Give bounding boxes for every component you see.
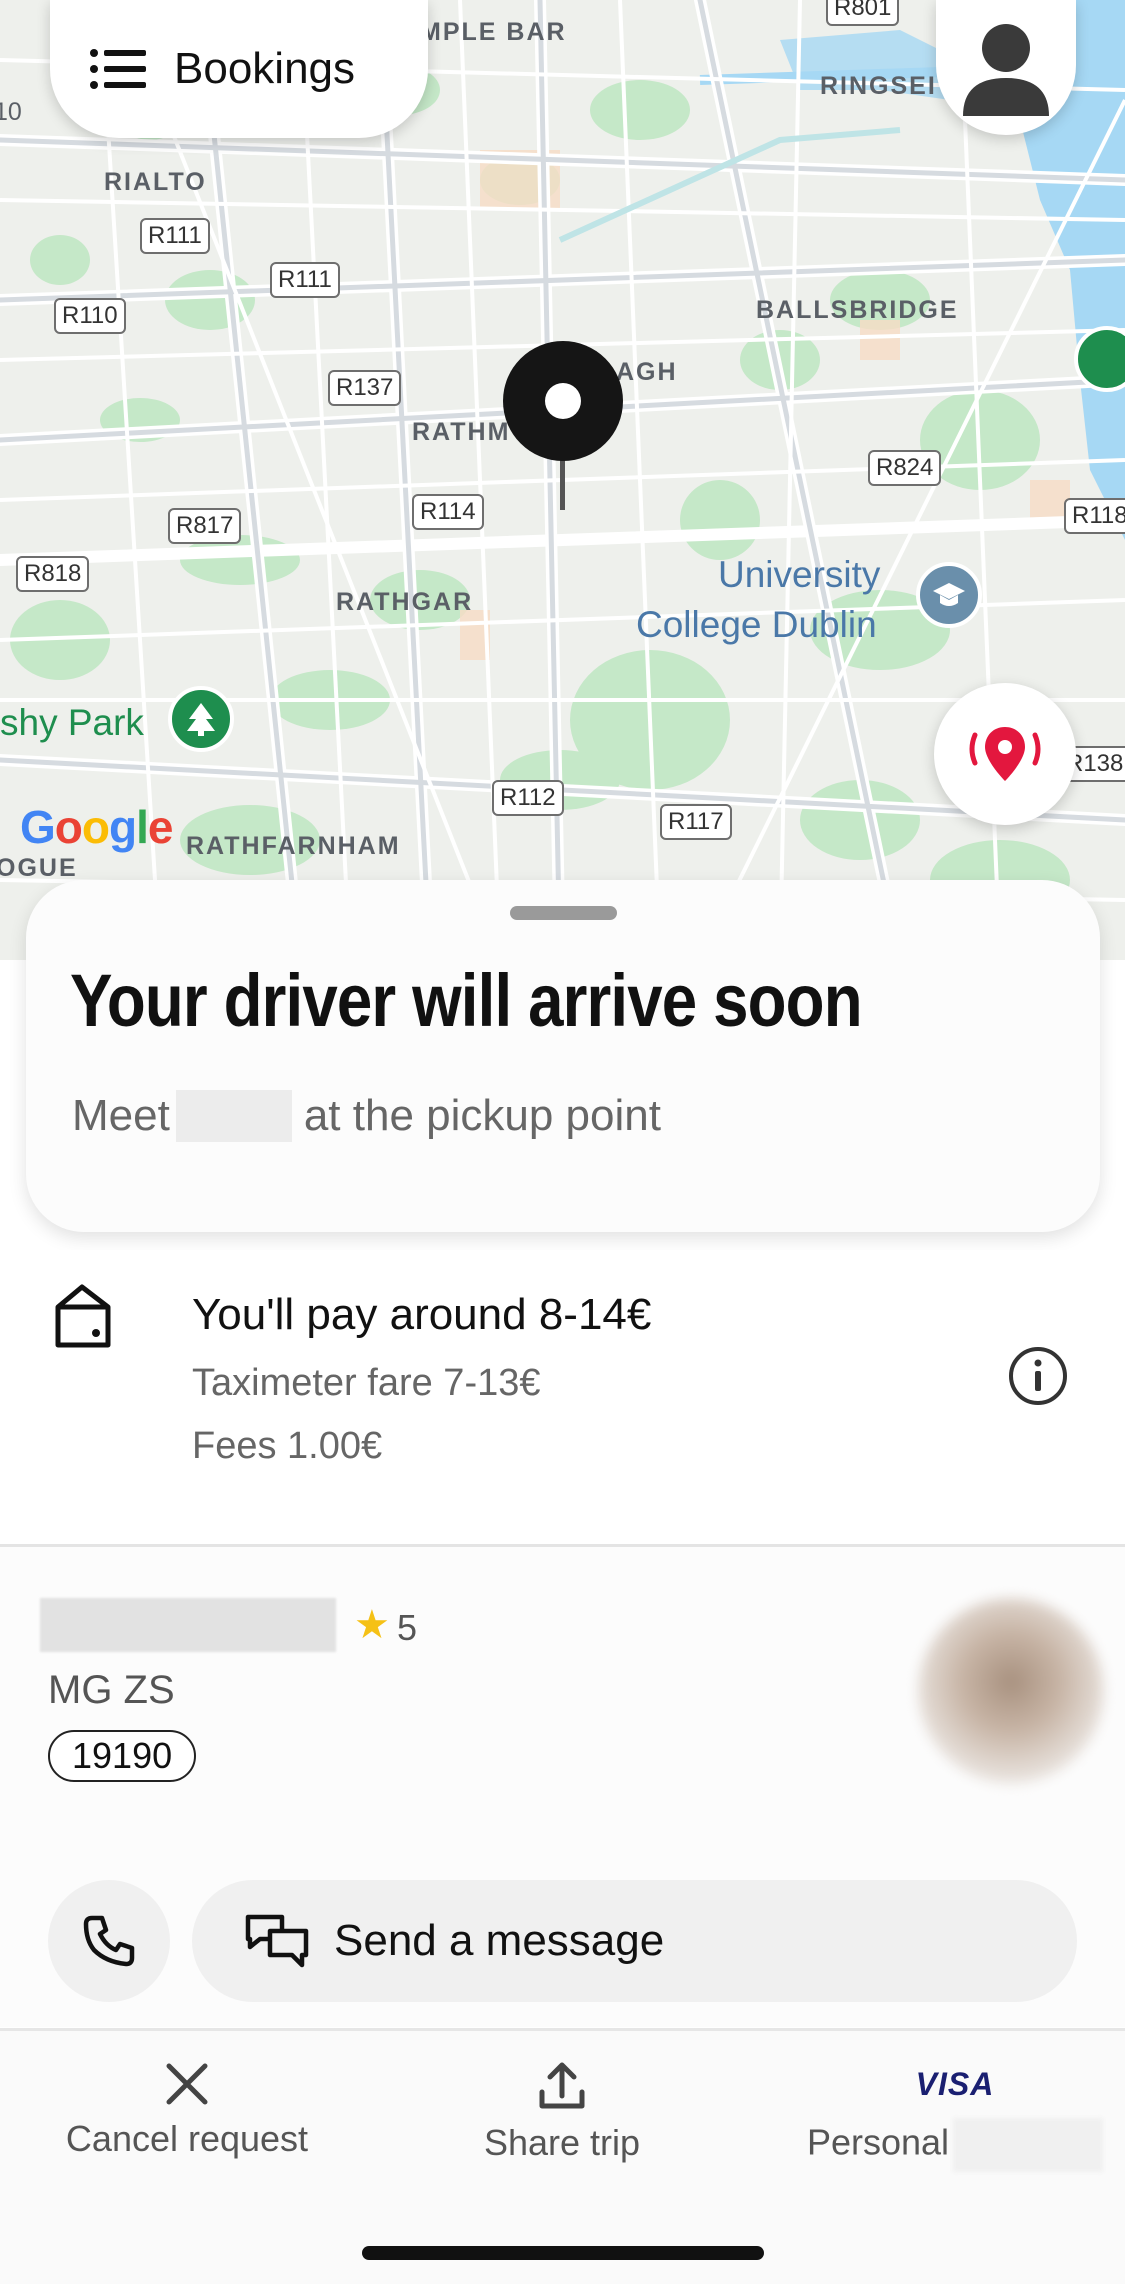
- google-logo-letter: e: [147, 801, 174, 853]
- fees-text: Fees 1.00€: [192, 1425, 383, 1467]
- place-label: 10: [0, 98, 22, 126]
- share-upload-icon: [539, 2062, 585, 2109]
- place-label: MPLE BAR: [420, 18, 567, 46]
- university-label-line: College Dublin: [636, 604, 877, 645]
- price-tag-icon: [55, 1284, 111, 1348]
- place-label: RATHFARNHAM: [186, 832, 401, 860]
- place-label: RATHGAR: [336, 588, 474, 616]
- app-root: MPLE BAR RINGSEI RIALTO BALLSBRIDGE AGH …: [0, 0, 1125, 2284]
- fare-estimate: You'll pay around 8-14€: [192, 1290, 652, 1339]
- meet-prefix: Meet: [72, 1091, 170, 1140]
- road-shield: R137: [328, 370, 402, 406]
- driver-rating: 5: [397, 1607, 418, 1648]
- university-label-line: University: [718, 554, 881, 595]
- redacted-driver-fullname: [40, 1598, 336, 1652]
- road-shield: R817: [168, 508, 242, 544]
- phone-icon: [83, 1915, 135, 1967]
- park-tree-icon[interactable]: [168, 686, 234, 752]
- driver-photo: [918, 1598, 1104, 1784]
- google-logo-letter: o: [54, 801, 83, 853]
- road-shield: R801: [826, 0, 900, 26]
- cancel-request-label: Cancel request: [65, 2118, 309, 2159]
- road-shield: R824: [868, 450, 942, 486]
- university-label: University: [718, 552, 880, 598]
- redacted-card-info: [953, 2118, 1104, 2172]
- park-label: shy Park: [0, 702, 144, 743]
- share-trip-button[interactable]: Share trip: [480, 2060, 644, 2164]
- payment-label: Personal: [806, 2121, 950, 2163]
- google-logo-letter: o: [81, 801, 110, 853]
- road-shield: R118: [1064, 498, 1125, 534]
- send-message-button[interactable]: Send a message: [192, 1880, 1077, 2002]
- bookings-label: Bookings: [174, 44, 356, 93]
- profile-button[interactable]: [936, 0, 1076, 135]
- taximeter-fare: Taximeter fare 7-13€: [192, 1362, 541, 1404]
- share-trip-label: Share trip: [483, 2122, 641, 2163]
- visa-logo: VISA: [915, 2066, 995, 2102]
- road-shield: R110: [54, 298, 126, 334]
- chat-icon: [245, 1914, 309, 1968]
- locate-me-button[interactable]: [934, 683, 1076, 825]
- place-label: OGUE: [0, 854, 78, 882]
- google-logo-letter: l: [136, 801, 149, 853]
- home-indicator[interactable]: [362, 2246, 764, 2260]
- meet-driver-text: Meet at the pickup point: [72, 1090, 661, 1142]
- status-headline: Your driver will arrive soon: [70, 959, 863, 1042]
- list-menu-icon: [90, 49, 146, 89]
- place-label: BALLSBRIDGE: [756, 296, 959, 324]
- road-shield: R114: [412, 494, 484, 530]
- user-avatar-icon: [963, 23, 1049, 116]
- road-shield: R117: [660, 804, 732, 840]
- payment-label-row: Personal: [806, 2118, 1104, 2172]
- place-label: RATHM: [412, 418, 511, 446]
- location-pin-icon: [969, 727, 1041, 781]
- close-icon: [166, 2063, 208, 2105]
- road-shield: R818: [16, 556, 90, 592]
- road-shield: R111: [270, 262, 340, 298]
- graduation-cap-icon[interactable]: [916, 562, 982, 628]
- cancel-request-button[interactable]: Cancel request: [64, 2060, 310, 2160]
- google-logo: Google: [20, 800, 174, 854]
- star-icon: ★: [354, 1603, 390, 1647]
- sheet-drag-handle[interactable]: [510, 906, 617, 920]
- meet-suffix: at the pickup point: [303, 1091, 661, 1140]
- map-view[interactable]: MPLE BAR RINGSEI RIALTO BALLSBRIDGE AGH …: [0, 0, 1125, 960]
- info-icon[interactable]: [1007, 1345, 1069, 1407]
- bookings-button[interactable]: Bookings: [50, 0, 428, 138]
- road-shield: R111: [140, 218, 210, 254]
- place-label: RIALTO: [104, 168, 207, 196]
- road-shield: R112: [492, 780, 564, 816]
- university-label: College Dublin: [636, 602, 877, 648]
- place-label: RINGSEI: [820, 72, 937, 100]
- google-logo-letter: g: [109, 801, 137, 853]
- google-logo-letter: G: [20, 801, 56, 853]
- send-message-label: Send a message: [334, 1916, 665, 1965]
- status-card: [26, 880, 1100, 1232]
- redacted-driver-name: [175, 1090, 292, 1142]
- pickup-pin-icon[interactable]: [502, 340, 624, 510]
- car-model: MG ZS: [48, 1668, 175, 1712]
- place-label: AGH: [616, 358, 678, 386]
- license-plate-badge: 19190: [48, 1730, 197, 1782]
- payment-method-button[interactable]: VISA Personal: [806, 2060, 1104, 2172]
- call-driver-button[interactable]: [48, 1880, 170, 2002]
